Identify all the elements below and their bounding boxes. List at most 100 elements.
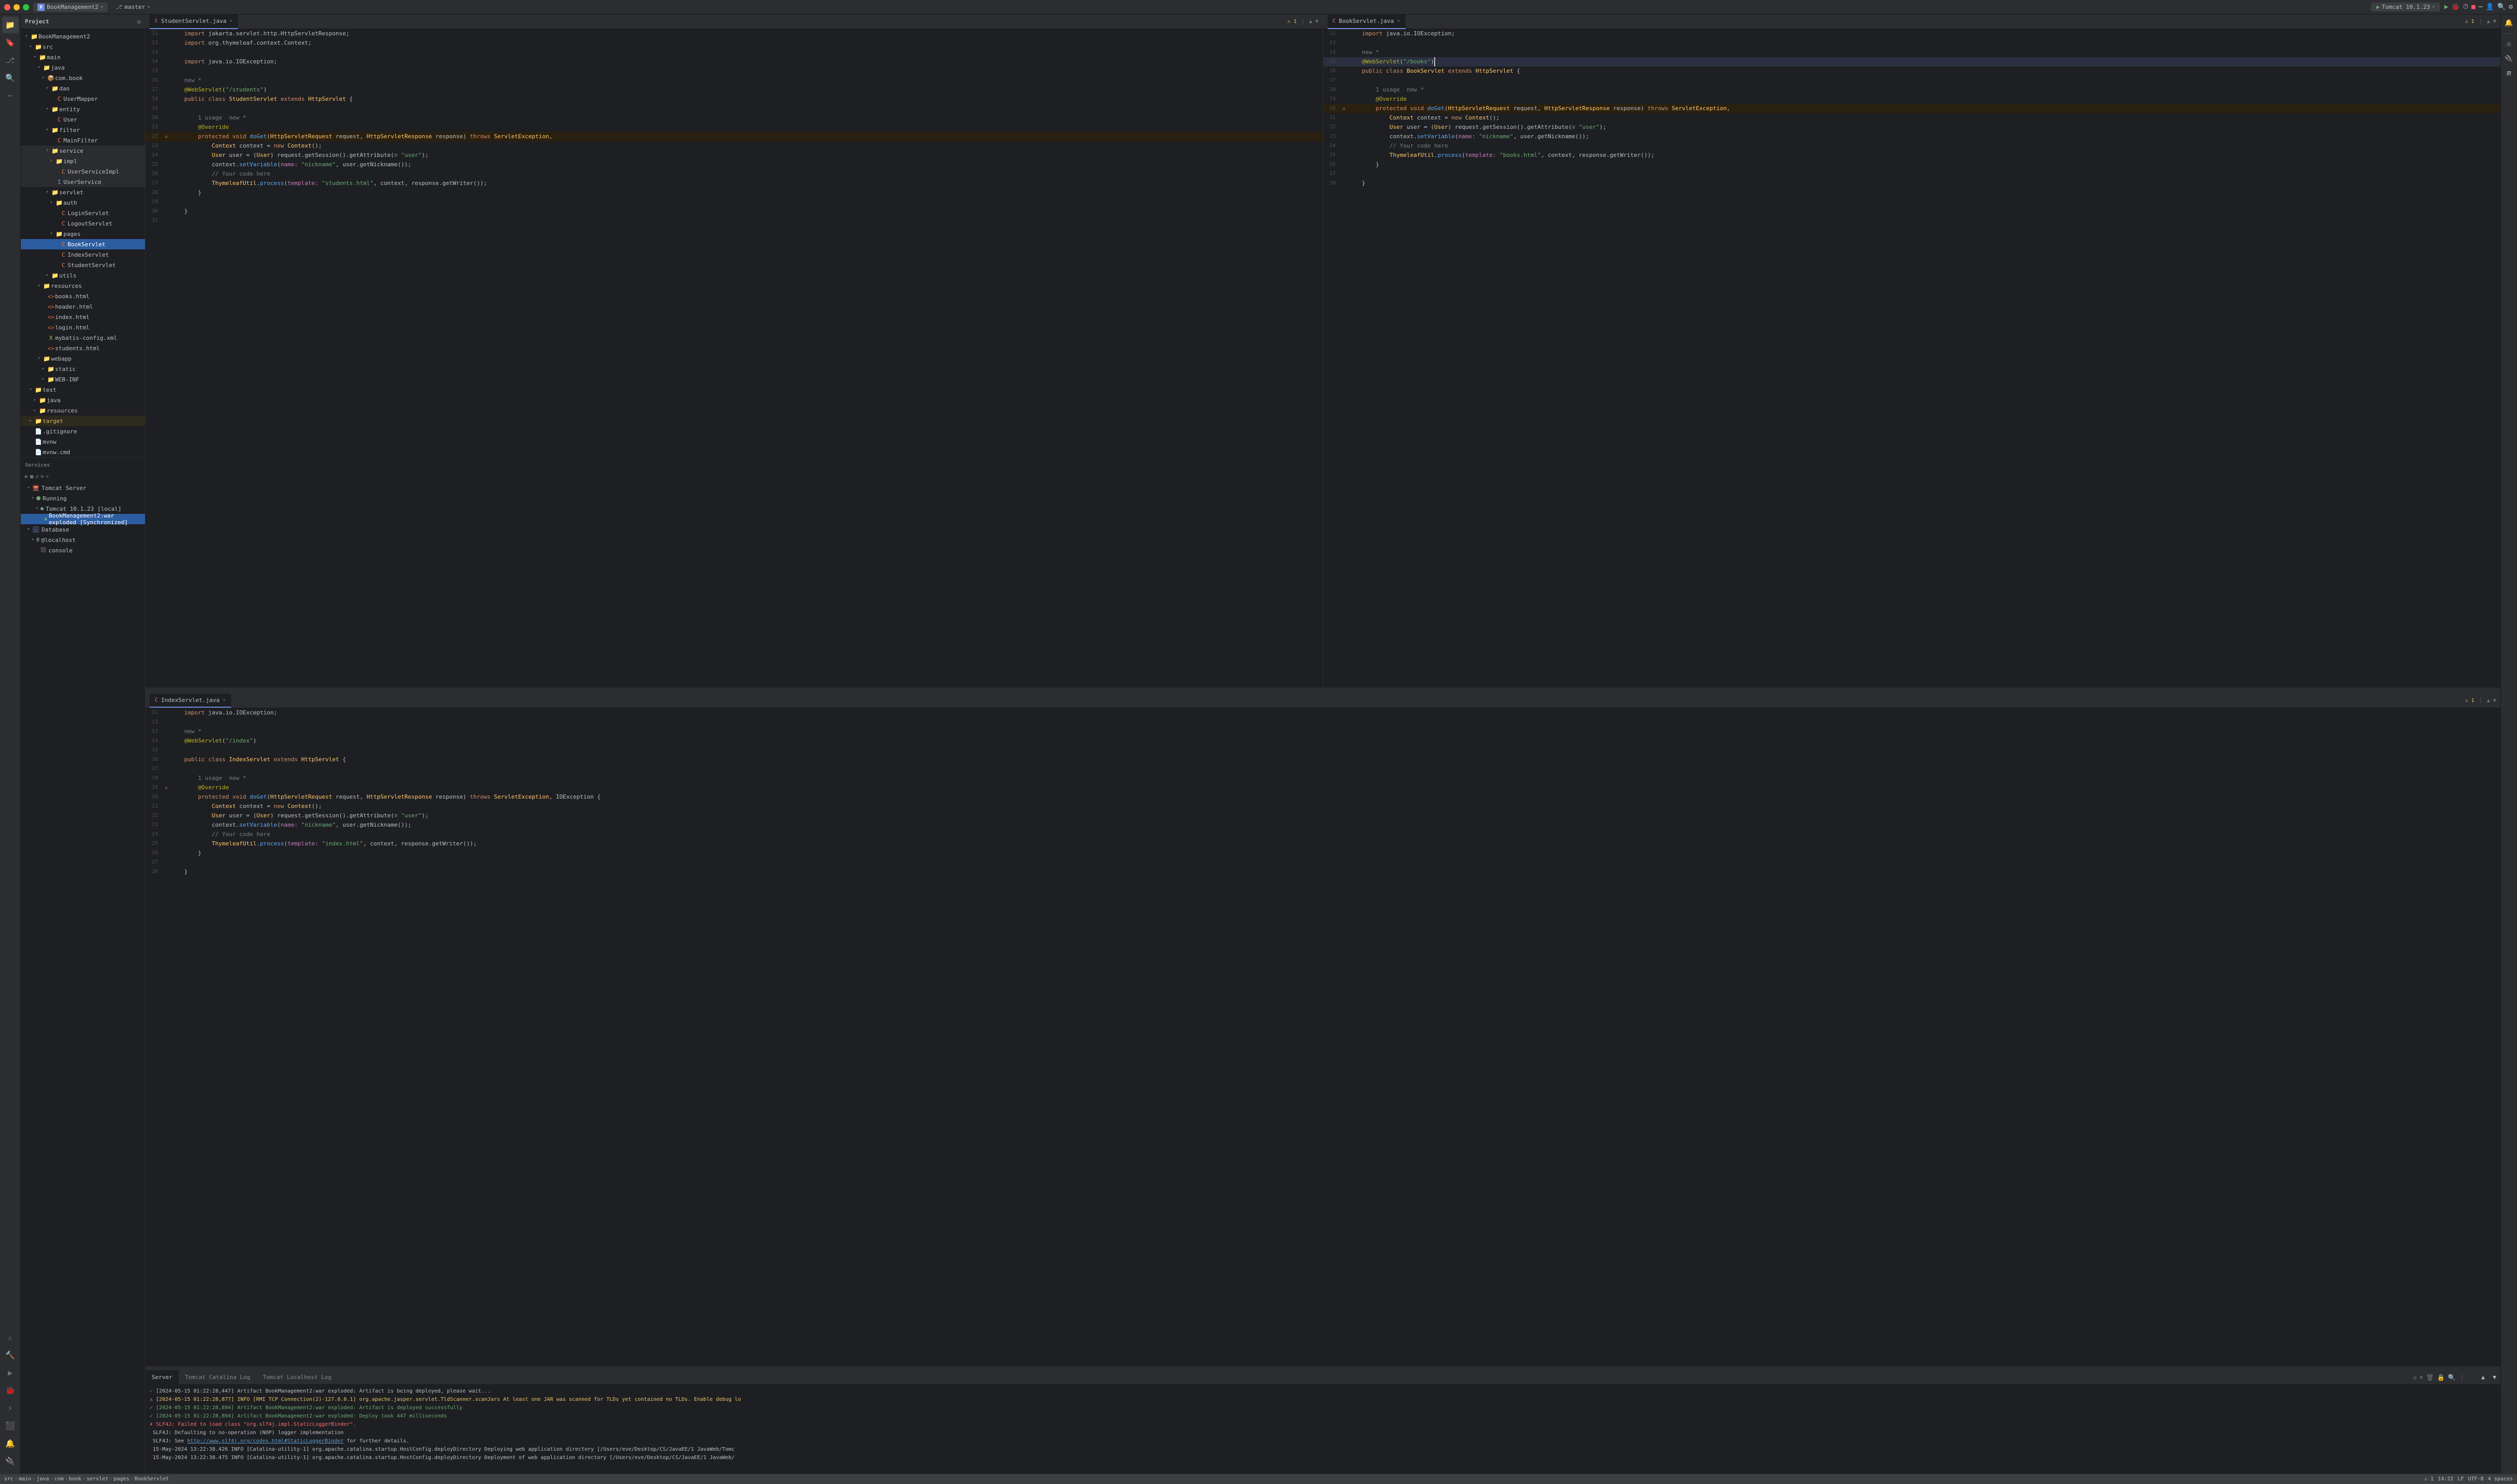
service-localhost[interactable]: ▾ @ @localhost (21, 535, 145, 545)
tree-item-src[interactable]: ▾ 📁 src (21, 42, 145, 52)
sidebar-icon-vcs[interactable]: ⎇ (2, 52, 19, 69)
tree-item-books-html[interactable]: ▸ <> books.html (21, 291, 145, 301)
clear-icon[interactable]: 🗑 (2426, 1374, 2434, 1381)
tree-item-filter[interactable]: ▾ 📁 filter (21, 125, 145, 135)
tree-item-entity[interactable]: ▾ 📁 entity (21, 104, 145, 114)
tree-item-login-html[interactable]: ▸ <> login.html (21, 322, 145, 333)
pane-menu-icon[interactable]: ⋮ (2478, 697, 2484, 704)
log-tab-catalina[interactable]: Tomcat Catalina Log (179, 1370, 257, 1385)
notifications-icon[interactable]: 🔔 (2503, 17, 2515, 29)
editor-scrollbar-left[interactable] (145, 687, 1323, 691)
tree-item-impl[interactable]: ▾ 📁 impl (21, 156, 145, 166)
sidebar-icon-run[interactable]: ▶ (2, 1364, 19, 1381)
tree-item-test[interactable]: ▾ 📁 test (21, 385, 145, 395)
tree-item-bm2[interactable]: ▾ 📁 BookManagement2 (21, 31, 145, 42)
scroll-down-icon[interactable]: ▼ (1315, 19, 1318, 24)
sidebar-icon-more[interactable]: ⋯ (2, 87, 19, 104)
more-log-icon[interactable]: ⋮ (2459, 1374, 2465, 1381)
tree-item-userserviceimpl[interactable]: ▸ C UserServiceImpl (21, 166, 145, 177)
sidebar-icon-services[interactable]: ⚡ (2, 1400, 19, 1416)
tree-item-pages[interactable]: ▾ 📁 pages (21, 229, 145, 239)
run-icon[interactable]: ▶ (2444, 3, 2448, 11)
tree-item-usermapper[interactable]: ▸ C UserMapper (21, 94, 145, 104)
tree-item-web-inf[interactable]: ▸ 📁 WEB-INF (21, 374, 145, 385)
indent[interactable]: 4 spaces (2488, 1476, 2513, 1482)
tree-item-mvnw[interactable]: ▸ 📄 mvnw (21, 436, 145, 447)
tree-item-service[interactable]: ▾ 📁 service (21, 145, 145, 156)
m-icon[interactable]: m (2503, 67, 2515, 80)
service-console[interactable]: ▸ ⬛ console (21, 545, 145, 555)
profile-icon[interactable]: ⏱ (2463, 3, 2468, 11)
editor-content-right[interactable]: 12 import java.io.IOException; 13 14 new… (1323, 29, 2501, 687)
tree-item-java[interactable]: ▾ 📁 java (21, 62, 145, 73)
tree-item-mainfilter[interactable]: ▸ C MainFilter (21, 135, 145, 145)
service-toolbar-icon5[interactable]: + (46, 474, 49, 480)
tree-item-studentservlet[interactable]: ▸ C StudentServlet (21, 260, 145, 270)
tab-close-icon[interactable]: × (223, 697, 226, 703)
tree-item-static[interactable]: ▸ 📁 static (21, 364, 145, 374)
plugins-right-icon[interactable]: 🔌 (2503, 52, 2515, 65)
log-scroll-up[interactable]: ▲ (2468, 1374, 2485, 1381)
service-toolbar-icon3[interactable]: ↺ (35, 474, 38, 480)
warnings-count[interactable]: ⚠ 1 (2424, 1476, 2433, 1482)
tree-item-dao[interactable]: ▾ 📁 dao (21, 83, 145, 94)
sidebar-icon-bookmarks[interactable]: 🔖 (2, 34, 19, 51)
log-scroll-down[interactable]: ▼ (2488, 1374, 2496, 1381)
tree-item-logoutservlet[interactable]: ▸ C LogoutServlet (21, 218, 145, 229)
tree-item-servlet[interactable]: ▾ 📁 servlet (21, 187, 145, 197)
tree-item-loginservlet[interactable]: ▸ C LoginServlet (21, 208, 145, 218)
user-icon[interactable]: 👤 (2486, 3, 2494, 11)
tree-item-userservice[interactable]: ▸ I UserService (21, 177, 145, 187)
scroll-up-icon[interactable]: ▲ (1309, 19, 1312, 24)
project-dropdown-icon[interactable]: ▾ (100, 5, 103, 10)
settings-right-icon[interactable]: ⚙ (2503, 38, 2515, 50)
tree-item-resources[interactable]: ▾ 📁 resources (21, 281, 145, 291)
tab-student-servlet[interactable]: C StudentServlet.java × (150, 15, 238, 29)
service-tomcat-server[interactable]: ▾ 🖥 Tomcat Server (21, 483, 145, 493)
run-config-selector[interactable]: ▶ Tomcat 10.1.23 ▾ (2371, 3, 2440, 11)
settings-icon[interactable]: ⚙ (2509, 3, 2513, 11)
log-tab-server[interactable]: Server (145, 1370, 179, 1385)
sidebar-icon-debug[interactable]: 🐞 (2, 1382, 19, 1399)
tree-item-students-html[interactable]: ▸ <> students.html (21, 343, 145, 353)
tree-item-header-html[interactable]: ▸ <> header.html (21, 301, 145, 312)
tree-item-com-book[interactable]: ▾ 📦 com.book (21, 73, 145, 83)
scroll-lock-icon[interactable]: 🔒 (2437, 1374, 2445, 1381)
service-toolbar-icon[interactable]: ▶ (25, 474, 28, 480)
close-button[interactable] (4, 4, 10, 10)
sidebar-icon-project[interactable]: 📁 (2, 17, 19, 33)
tree-item-target[interactable]: ▸ 📁 target (21, 416, 145, 426)
encoding[interactable]: UTF-8 (2468, 1476, 2484, 1482)
gear-icon[interactable]: ⚙ (137, 18, 141, 25)
service-toolbar-icon2[interactable]: ■ (30, 474, 33, 480)
tree-item-user[interactable]: ▸ C User (21, 114, 145, 125)
branch-selector[interactable]: ⎇ master ▾ (112, 3, 154, 11)
pane-menu-icon[interactable]: ⋮ (1300, 18, 1306, 25)
service-database[interactable]: ▾ 🗄 Database (21, 524, 145, 535)
minimize-button[interactable] (14, 4, 20, 10)
sidebar-icon-find[interactable]: 🔍 (2, 70, 19, 86)
line-col[interactable]: 14:22 (2438, 1476, 2454, 1482)
search-icon[interactable]: 🔍 (2497, 3, 2506, 11)
sidebar-icon-plugins[interactable]: 🔌 (2, 1453, 19, 1469)
restart-icon[interactable]: ↺ (2413, 1374, 2417, 1381)
search-log-icon[interactable]: 🔍 (2448, 1374, 2456, 1381)
service-running[interactable]: ▾ Running (21, 493, 145, 504)
sidebar-icon-notifications[interactable]: 🔔 (2, 1435, 19, 1452)
tab-close-icon[interactable]: × (230, 18, 233, 24)
tab-close-icon[interactable]: × (1397, 18, 1400, 24)
tree-item-index-html[interactable]: ▸ <> index.html (21, 312, 145, 322)
tree-item-gitignore[interactable]: ▸ 📄 .gitignore (21, 426, 145, 436)
scroll-down-icon[interactable]: ▼ (2493, 19, 2496, 24)
window-controls[interactable] (4, 4, 29, 10)
fullscreen-button[interactable] (23, 4, 29, 10)
pause-icon[interactable]: ⏸ (2420, 1373, 2423, 1381)
tree-item-utils[interactable]: ▸ 📁 utils (21, 270, 145, 281)
tree-item-resources-test[interactable]: ▸ 📁 resources (21, 405, 145, 416)
tree-item-java-test[interactable]: ▸ 📁 java (21, 395, 145, 405)
editor-scrollbar-right[interactable] (1323, 687, 2501, 691)
editor-scrollbar-bottom[interactable] (145, 1366, 2500, 1370)
scroll-up-icon[interactable]: ▲ (2487, 698, 2490, 704)
scroll-up-icon[interactable]: ▲ (2487, 19, 2490, 24)
sidebar-icon-problems[interactable]: ⚠ (2, 1329, 19, 1346)
